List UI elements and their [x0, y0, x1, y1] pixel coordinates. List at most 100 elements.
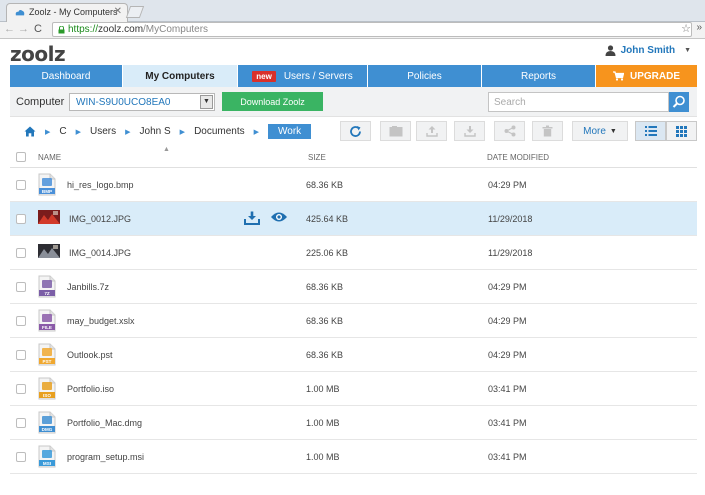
table-row[interactable]: 7Z Janbills.7z 68.36 KB 04:29 PM — [10, 270, 697, 304]
file-type-label: ISO — [43, 393, 51, 398]
file-date-modified: 03:41 PM — [488, 384, 527, 394]
restore-button[interactable] — [380, 121, 411, 141]
tab-reports[interactable]: Reports — [482, 65, 596, 87]
tab-users-servers[interactable]: new Users / Servers — [238, 65, 368, 87]
grid-view-button[interactable] — [666, 121, 697, 141]
user-menu[interactable]: John Smith ▼ — [605, 45, 691, 56]
breadcrumb-current[interactable]: Work — [268, 124, 312, 139]
download-icon — [463, 126, 476, 137]
file-type-label: MSI — [43, 461, 51, 466]
chevron-right-icon: ▶ — [45, 128, 51, 136]
list-view-icon — [644, 126, 657, 136]
row-checkbox[interactable] — [16, 452, 26, 462]
upgrade-button[interactable]: UPGRADE — [596, 65, 697, 87]
column-header-name[interactable]: NAME — [38, 153, 61, 162]
file-date-modified: 11/29/2018 — [488, 214, 533, 224]
close-tab-icon[interactable]: ✕ — [114, 6, 122, 17]
list-view-button[interactable] — [635, 121, 666, 141]
browser-tab[interactable]: Zoolz - My Computers ✕ — [6, 3, 128, 22]
row-checkbox[interactable] — [16, 214, 26, 224]
download-zoolz-button[interactable]: Download Zoolz — [222, 92, 323, 111]
file-name[interactable]: Portfolio.iso — [67, 384, 114, 394]
file-type-label: BMP — [42, 189, 52, 194]
file-size: 1.00 MB — [306, 452, 340, 462]
tab-dashboard[interactable]: Dashboard — [10, 65, 123, 87]
back-arrow-icon[interactable]: ← — [4, 23, 15, 35]
file-size: 1.00 MB — [306, 384, 340, 394]
forward-arrow-icon[interactable]: → — [18, 23, 29, 35]
upload-button[interactable] — [416, 121, 447, 141]
breadcrumb-item[interactable]: Documents — [194, 126, 245, 137]
row-checkbox[interactable] — [16, 316, 26, 326]
breadcrumb-item[interactable]: John S — [140, 126, 171, 137]
row-checkbox[interactable] — [16, 180, 26, 190]
reload-icon[interactable]: C — [34, 23, 42, 35]
file-date-modified: 03:41 PM — [488, 418, 527, 428]
table-row[interactable]: BMP hi_res_logo.bmp 68.36 KB 04:29 PM — [10, 168, 697, 202]
file-name[interactable]: Janbills.7z — [67, 282, 109, 292]
select-all-checkbox[interactable] — [16, 152, 26, 162]
trash-icon — [542, 125, 553, 137]
tab-policies[interactable]: Policies — [368, 65, 482, 87]
file-name[interactable]: IMG_0014.JPG — [69, 248, 131, 258]
table-row[interactable]: MSI program_setup.msi 1.00 MB 03:41 PM — [10, 440, 697, 474]
address-bar[interactable]: https://zoolz.com/MyComputers — [52, 22, 692, 37]
share-button[interactable] — [494, 121, 525, 141]
chevron-right-icon: ▶ — [253, 128, 260, 136]
breadcrumb-item[interactable]: Users — [90, 126, 116, 137]
image-thumbnail-icon — [38, 210, 60, 224]
file-date-modified: 11/29/2018 — [488, 248, 533, 258]
row-checkbox[interactable] — [16, 384, 26, 394]
refresh-button[interactable] — [340, 121, 371, 141]
sort-caret-icon: ▲ — [163, 146, 170, 153]
tab-my-computers[interactable]: My Computers — [123, 65, 238, 87]
pst-file-icon: PST — [38, 343, 56, 366]
file-size: 68.36 KB — [306, 180, 344, 190]
cart-icon — [612, 71, 624, 81]
table-row[interactable]: IMG_0012.JPG 425.64 KB 11/29/2018 — [10, 202, 697, 236]
file-name[interactable]: program_setup.msi — [67, 452, 144, 462]
file-name[interactable]: Portfolio_Mac.dmg — [67, 418, 142, 428]
file-name[interactable]: IMG_0012.JPG — [69, 214, 131, 224]
file-date-modified: 04:29 PM — [488, 180, 527, 190]
grid-view-icon — [676, 125, 687, 137]
table-row[interactable]: IMG_0014.JPG 225.06 KB 11/29/2018 — [10, 236, 697, 270]
tab-label: Dashboard — [41, 70, 91, 82]
file-date-modified: 04:29 PM — [488, 350, 527, 360]
search-button[interactable] — [669, 92, 689, 112]
tab-label: UPGRADE — [629, 70, 680, 82]
table-row[interactable]: ISO Portfolio.iso 1.00 MB 03:41 PM — [10, 372, 697, 406]
column-header-date[interactable]: DATE MODIFIED — [487, 153, 549, 162]
breadcrumb-item[interactable]: C — [59, 126, 66, 137]
bookmark-star-icon[interactable]: ☆ — [681, 22, 691, 35]
dmg-file-icon: DMG — [38, 411, 56, 434]
row-checkbox[interactable] — [16, 418, 26, 428]
row-checkbox[interactable] — [16, 282, 26, 292]
more-tools-icon[interactable]: » — [696, 22, 702, 33]
column-header-size[interactable]: SIZE — [308, 153, 326, 162]
search-input[interactable]: Search — [488, 92, 669, 112]
browser-toolbar: ← → C https://zoolz.com/MyComputers ☆ » — [0, 22, 705, 39]
chevron-down-icon: ▼ — [684, 47, 691, 54]
table-row[interactable]: FILE may_budget.xslx 68.36 KB 04:29 PM — [10, 304, 697, 338]
table-row[interactable]: PST Outlook.pst 68.36 KB 04:29 PM — [10, 338, 697, 372]
row-actions — [244, 211, 288, 225]
preview-eye-icon[interactable] — [270, 211, 288, 223]
delete-button[interactable] — [532, 121, 563, 141]
caret-down-icon: ▼ — [609, 127, 617, 135]
home-icon[interactable] — [24, 126, 36, 137]
download-icon[interactable] — [244, 211, 260, 225]
msi-file-icon: MSI — [38, 445, 56, 468]
file-name[interactable]: may_budget.xslx — [67, 316, 135, 326]
row-checkbox[interactable] — [16, 350, 26, 360]
new-tab-button[interactable] — [125, 6, 145, 18]
more-menu-button[interactable]: More ▼ — [572, 121, 628, 141]
table-row[interactable]: DMG Portfolio_Mac.dmg 1.00 MB 03:41 PM — [10, 406, 697, 440]
download-button[interactable] — [454, 121, 485, 141]
dropdown-arrow-icon: ▼ — [200, 95, 213, 109]
file-file-icon: FILE — [38, 309, 56, 332]
row-checkbox[interactable] — [16, 248, 26, 258]
file-name[interactable]: Outlook.pst — [67, 350, 113, 360]
computer-select[interactable]: WIN-S9U0UCO8EA0 ▼ — [69, 93, 215, 111]
file-name[interactable]: hi_res_logo.bmp — [67, 180, 134, 190]
